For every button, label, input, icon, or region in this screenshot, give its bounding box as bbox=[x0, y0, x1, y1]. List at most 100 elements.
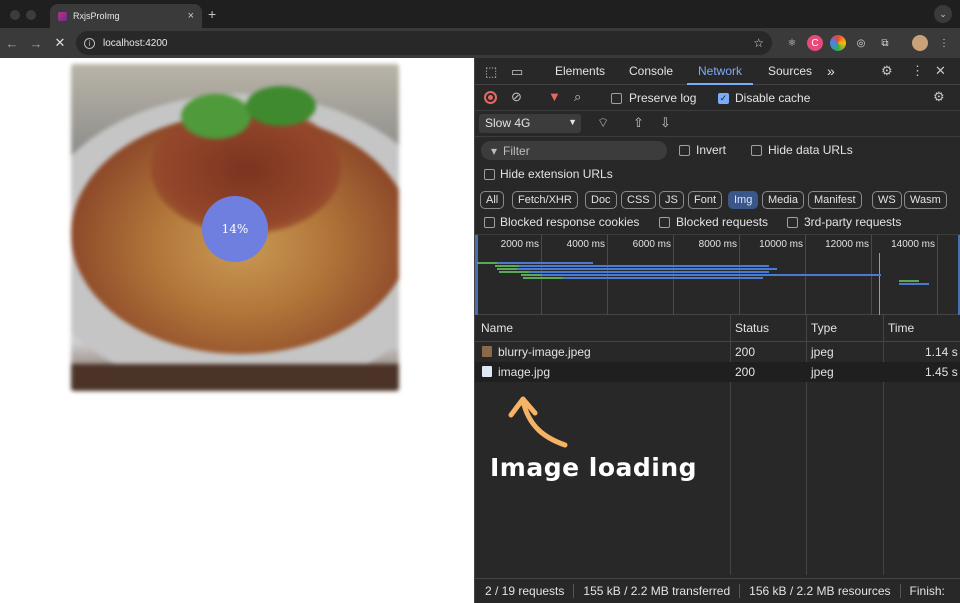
request-type: jpeg bbox=[811, 345, 834, 359]
column-header-status[interactable]: Status bbox=[735, 321, 769, 335]
preserve-log-checkbox[interactable] bbox=[611, 93, 622, 104]
url-text[interactable]: localhost:4200 bbox=[103, 38, 745, 49]
tab-sources[interactable]: Sources bbox=[768, 58, 812, 85]
invert-label: Invert bbox=[696, 143, 727, 157]
request-status: 200 bbox=[735, 345, 756, 359]
image-file-icon bbox=[482, 346, 492, 357]
network-conditions-icon[interactable]: ⌔ bbox=[597, 115, 609, 131]
throttling-select[interactable]: Slow 4G ▼ bbox=[479, 114, 581, 133]
react-devtools-extension-icon[interactable]: ⚛ bbox=[784, 35, 800, 51]
hide-data-urls-checkbox[interactable] bbox=[751, 145, 762, 156]
device-toolbar-icon[interactable]: ▭ bbox=[511, 64, 523, 80]
extension-c-icon[interactable]: C bbox=[807, 35, 823, 51]
tab-elements[interactable]: Elements bbox=[555, 58, 605, 85]
request-name: image.jpg bbox=[498, 365, 551, 379]
request-name: blurry-image.jpeg bbox=[498, 345, 591, 359]
window-close-dot[interactable] bbox=[10, 10, 20, 20]
browser-tab[interactable]: RxjsProImg × bbox=[50, 4, 202, 28]
network-overview-timeline[interactable]: 2000 ms 4000 ms 6000 ms 8000 ms 10000 ms… bbox=[475, 235, 960, 315]
tab-title: RxjsProImg bbox=[73, 11, 120, 21]
clear-icon[interactable]: ⊘ bbox=[511, 89, 522, 105]
type-filter-js[interactable]: JS bbox=[659, 191, 684, 209]
throttling-value: Slow 4G bbox=[485, 116, 531, 130]
blocked-response-cookies-checkbox[interactable] bbox=[484, 217, 495, 228]
disable-cache-checkbox[interactable]: ✓ bbox=[718, 93, 729, 104]
image-file-icon bbox=[482, 366, 492, 377]
timeline-tick-label: 10000 ms bbox=[759, 239, 803, 250]
tab-close-icon[interactable]: × bbox=[188, 10, 194, 22]
browser-menu-icon[interactable]: ⋮ bbox=[936, 35, 952, 51]
blocked-requests-checkbox[interactable] bbox=[659, 217, 670, 228]
address-bar[interactable]: i localhost:4200 ☆ bbox=[76, 31, 772, 55]
record-icon[interactable] bbox=[484, 91, 497, 104]
browser-tab-strip: RxjsProImg × + ⌄ bbox=[0, 0, 960, 28]
waterfall-bar bbox=[899, 280, 919, 282]
export-har-icon[interactable]: ⇩ bbox=[660, 115, 671, 131]
resources-size: 156 kB / 2.2 MB resources bbox=[749, 584, 891, 598]
color-picker-extension-icon[interactable] bbox=[830, 35, 846, 51]
close-devtools-icon[interactable]: ✕ bbox=[935, 63, 946, 79]
table-row[interactable]: image.jpg 200 jpeg 1.45 s bbox=[475, 362, 960, 382]
devtools-menu-icon[interactable]: ⋮ bbox=[911, 63, 924, 79]
invert-checkbox[interactable] bbox=[679, 145, 690, 156]
tab-favicon-icon bbox=[58, 11, 67, 21]
filter-icon: ▾ bbox=[491, 143, 498, 158]
waterfall-bar bbox=[499, 271, 529, 273]
tab-console[interactable]: Console bbox=[629, 58, 673, 85]
stop-loading-icon[interactable]: ✕ bbox=[48, 35, 72, 51]
table-row[interactable]: blurry-image.jpeg 200 jpeg 1.14 s bbox=[475, 342, 960, 362]
hide-extension-urls-checkbox[interactable] bbox=[484, 169, 495, 180]
column-header-type[interactable]: Type bbox=[811, 321, 837, 335]
column-header-name[interactable]: Name bbox=[481, 321, 513, 335]
network-settings-gear-icon[interactable]: ⚙ bbox=[933, 89, 945, 105]
browser-toolbar: ← → ✕ i localhost:4200 ☆ ⚛ C ◎ ⧉ ⋮ bbox=[0, 28, 960, 58]
window-minimize-dot[interactable] bbox=[26, 10, 36, 20]
settings-gear-icon[interactable]: ⚙ bbox=[881, 63, 893, 79]
type-filter-manifest[interactable]: Manifest bbox=[808, 191, 862, 209]
third-party-requests-checkbox[interactable] bbox=[787, 217, 798, 228]
bookmark-star-icon[interactable]: ☆ bbox=[753, 36, 764, 50]
timeline-tick-label: 12000 ms bbox=[825, 239, 869, 250]
filter-funnel-icon[interactable]: ▼ bbox=[548, 89, 561, 104]
type-filter-doc[interactable]: Doc bbox=[585, 191, 617, 209]
devtools-panel: ⬚ ▭ Elements Console Network Sources » ⚙… bbox=[474, 58, 960, 603]
type-filter-all[interactable]: All bbox=[480, 191, 505, 209]
third-party-requests-label: 3rd-party requests bbox=[804, 215, 902, 229]
inspect-element-icon[interactable]: ⬚ bbox=[485, 64, 497, 80]
type-filter-css[interactable]: CSS bbox=[621, 191, 656, 209]
filter-input[interactable]: ▾ Filter bbox=[481, 141, 667, 160]
tab-search-chevron-down-icon[interactable]: ⌄ bbox=[934, 5, 952, 23]
type-filter-wasm[interactable]: Wasm bbox=[904, 191, 947, 209]
import-har-icon[interactable]: ⇧ bbox=[633, 115, 644, 131]
record-extension-icon[interactable]: ◎ bbox=[853, 35, 869, 51]
waterfall-bar bbox=[523, 277, 563, 279]
filter-placeholder: Filter bbox=[503, 143, 530, 158]
type-filter-fetch-xhr[interactable]: Fetch/XHR bbox=[512, 191, 578, 209]
timeline-tick-label: 8000 ms bbox=[698, 239, 737, 250]
hide-data-urls-label: Hide data URLs bbox=[768, 143, 853, 157]
search-icon[interactable]: ⌕ bbox=[574, 89, 581, 105]
blocked-requests-label: Blocked requests bbox=[676, 215, 769, 229]
more-tabs-icon[interactable]: » bbox=[827, 58, 835, 85]
timeline-left-handle[interactable] bbox=[475, 235, 478, 315]
type-filter-media[interactable]: Media bbox=[762, 191, 804, 209]
site-info-icon[interactable]: i bbox=[84, 37, 95, 49]
new-tab-button[interactable]: + bbox=[208, 6, 216, 22]
profile-avatar[interactable] bbox=[912, 35, 928, 51]
network-controls-row: ⊘ ▼ ⌕ Preserve log ✓ Disable cache ⚙ bbox=[475, 85, 960, 111]
extensions-puzzle-icon[interactable]: ⧉ bbox=[877, 35, 893, 51]
loading-progress-indicator: 14% bbox=[202, 196, 268, 262]
column-header-time[interactable]: Time bbox=[888, 321, 914, 335]
type-filter-font[interactable]: Font bbox=[688, 191, 723, 209]
type-filter-img[interactable]: Img bbox=[728, 191, 759, 209]
back-arrow-icon[interactable]: ← bbox=[0, 36, 24, 51]
type-filter-ws[interactable]: WS bbox=[872, 191, 902, 209]
forward-arrow-icon[interactable]: → bbox=[24, 36, 48, 51]
waterfall-bar bbox=[521, 274, 541, 276]
timeline-tick-label: 6000 ms bbox=[632, 239, 671, 250]
annotation-arrow-icon bbox=[508, 396, 568, 448]
throttling-row: Slow 4G ▼ ⌔ ⇧ ⇩ bbox=[475, 111, 960, 137]
disable-cache-label: Disable cache bbox=[735, 91, 811, 105]
hide-extension-row: Hide extension URLs bbox=[475, 163, 960, 187]
tab-network[interactable]: Network bbox=[687, 58, 754, 85]
